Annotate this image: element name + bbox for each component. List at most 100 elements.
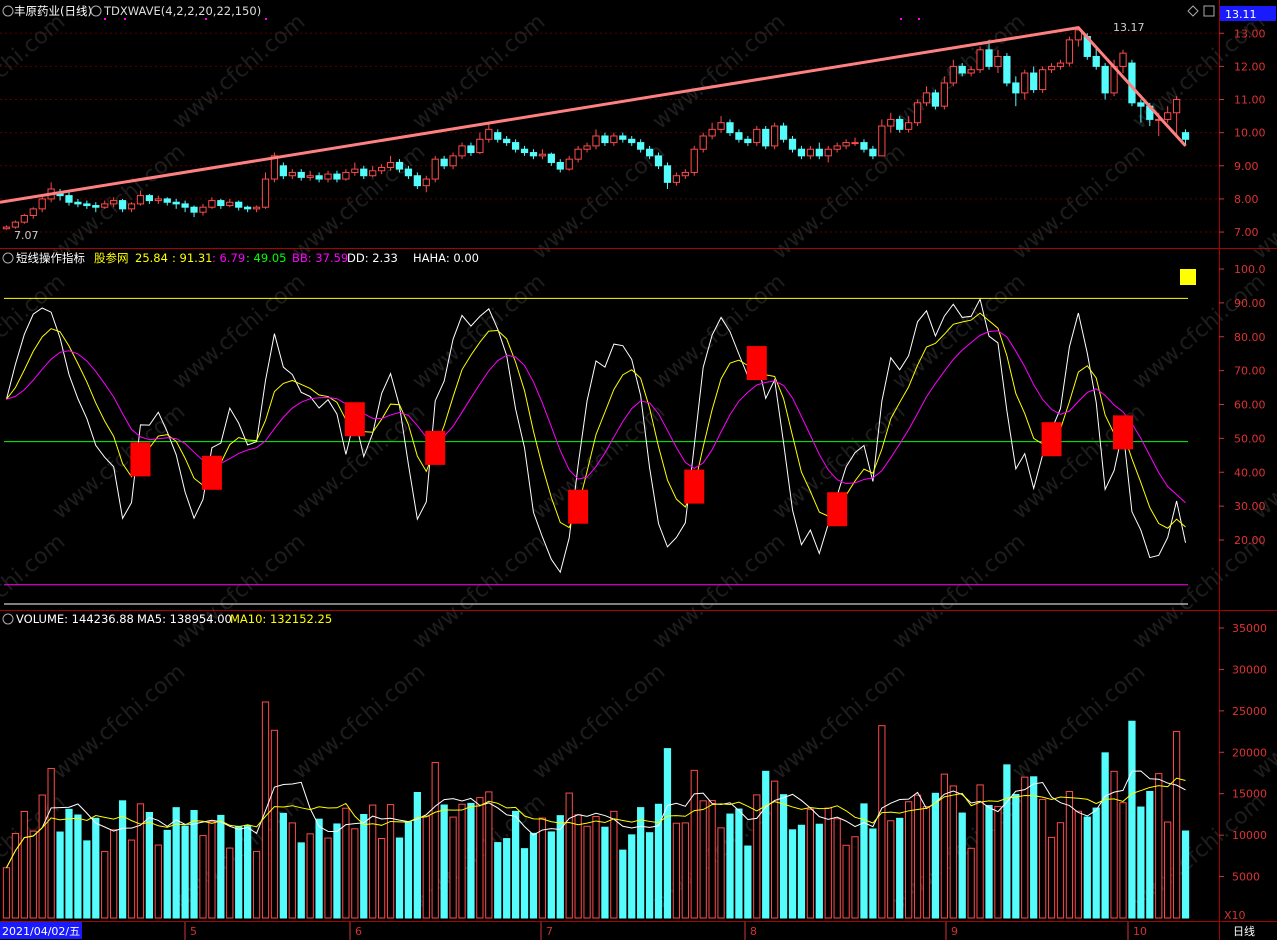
signal-box — [746, 346, 767, 381]
osc-v4: : 49.05 — [246, 251, 286, 265]
price-tick-label: 11.00 — [1234, 94, 1266, 107]
osc-bb: BB: 37.59 — [292, 251, 348, 265]
candle-body — [1021, 72, 1029, 94]
volume-bar — [949, 785, 957, 919]
indicator-name: TDXWAVE(4,2,2,20,22,150) — [103, 4, 261, 18]
candle-body — [976, 49, 984, 71]
volume-bar — [467, 802, 475, 919]
volume-bar — [645, 832, 654, 919]
volume-bar — [887, 820, 895, 919]
candle-body — [1012, 82, 1020, 94]
volume-bar — [1083, 816, 1091, 919]
candle-body — [958, 65, 966, 74]
volume-bar — [1038, 798, 1047, 919]
volume-bar — [717, 827, 725, 919]
candle-body — [771, 125, 779, 147]
period-label: 日线 — [1233, 924, 1255, 938]
volume-bar — [1056, 822, 1065, 919]
candle-body — [235, 201, 243, 208]
signal-box — [1113, 415, 1134, 450]
candle-body — [485, 128, 493, 140]
candle-body — [145, 195, 154, 202]
osc-haha: HAHA: 0.00 — [413, 251, 479, 265]
candle-body — [11, 221, 20, 228]
signal-box — [684, 469, 705, 504]
candle-body — [386, 161, 395, 168]
volume-bar — [431, 761, 439, 919]
volume-bar — [404, 821, 413, 919]
vol-tick-label: 15000 — [1232, 788, 1267, 801]
candle-body — [20, 214, 28, 223]
candle-body — [208, 200, 216, 208]
volume-bar — [494, 842, 502, 919]
volume-bar — [145, 811, 154, 919]
volume-bar — [315, 818, 323, 919]
candle-body — [315, 175, 323, 180]
volume-bar — [208, 821, 216, 919]
candle-body — [726, 122, 734, 134]
candle-body — [1047, 65, 1056, 71]
volume-bar — [65, 808, 73, 919]
volume-bar — [851, 836, 859, 919]
candle-body — [74, 201, 82, 205]
candle-body — [342, 171, 350, 180]
candle-body — [1119, 52, 1127, 67]
candle-body — [520, 148, 529, 154]
candle-body — [878, 125, 886, 157]
candle-body — [538, 153, 547, 157]
volume-bar — [2, 867, 11, 919]
volume-bar — [395, 837, 404, 919]
osc-v2: : 91.31 — [172, 251, 212, 265]
osc-dd: DD: 2.33 — [347, 251, 398, 265]
osc-tick-label: 90.00 — [1234, 297, 1266, 310]
volume-bar — [735, 808, 743, 919]
candle-body — [896, 118, 904, 130]
candle-body — [985, 49, 993, 67]
volume-bar — [583, 825, 591, 919]
volume-bar — [1047, 836, 1056, 919]
volume-bar — [110, 829, 118, 919]
volume-bar — [806, 808, 815, 919]
volume-bar — [306, 833, 314, 919]
volume-bar — [252, 850, 261, 919]
candle-body — [949, 65, 957, 84]
candle-body — [511, 142, 520, 150]
volume-bar — [458, 803, 466, 919]
candle-body — [1030, 72, 1038, 91]
candle-body — [110, 200, 118, 205]
volume-bar — [681, 822, 689, 919]
candle-body — [753, 128, 761, 144]
volume-bar — [1181, 830, 1190, 919]
candle-body — [744, 138, 752, 144]
signal-box — [201, 455, 222, 490]
date-badge: 2021/04/02/五 — [2, 925, 80, 938]
volume-bar — [601, 826, 609, 919]
volume-bar — [29, 830, 37, 919]
candle-body — [190, 206, 198, 213]
candle-body — [1181, 132, 1190, 140]
candle-body — [824, 148, 832, 157]
candle-body — [1172, 99, 1181, 114]
candle-body — [1003, 55, 1011, 84]
stock-chart[interactable]: www.cfchi.com www.cfchi.com www.cfchi.com w… — [0, 0, 1277, 940]
volume-bar — [1101, 752, 1109, 919]
candle-body — [547, 153, 555, 163]
month-label: 6 — [355, 925, 362, 938]
candle-body — [583, 145, 591, 150]
volume-bar — [896, 817, 904, 919]
osc-tick-label: 30.00 — [1234, 500, 1266, 513]
candle-body — [797, 148, 806, 157]
candle-body — [288, 171, 296, 177]
candle-body — [619, 135, 627, 140]
candle-body — [136, 195, 145, 205]
volume-bar — [333, 823, 341, 919]
marker-dot — [918, 18, 920, 20]
candle-body — [672, 175, 681, 183]
candle-body — [788, 138, 797, 150]
volume-bar — [619, 849, 627, 919]
volume-bar — [101, 851, 109, 919]
volume-bar — [547, 831, 555, 919]
volume-bar — [878, 725, 886, 919]
osc-v1: 25.84 — [135, 251, 168, 265]
volume-bar — [11, 833, 20, 919]
